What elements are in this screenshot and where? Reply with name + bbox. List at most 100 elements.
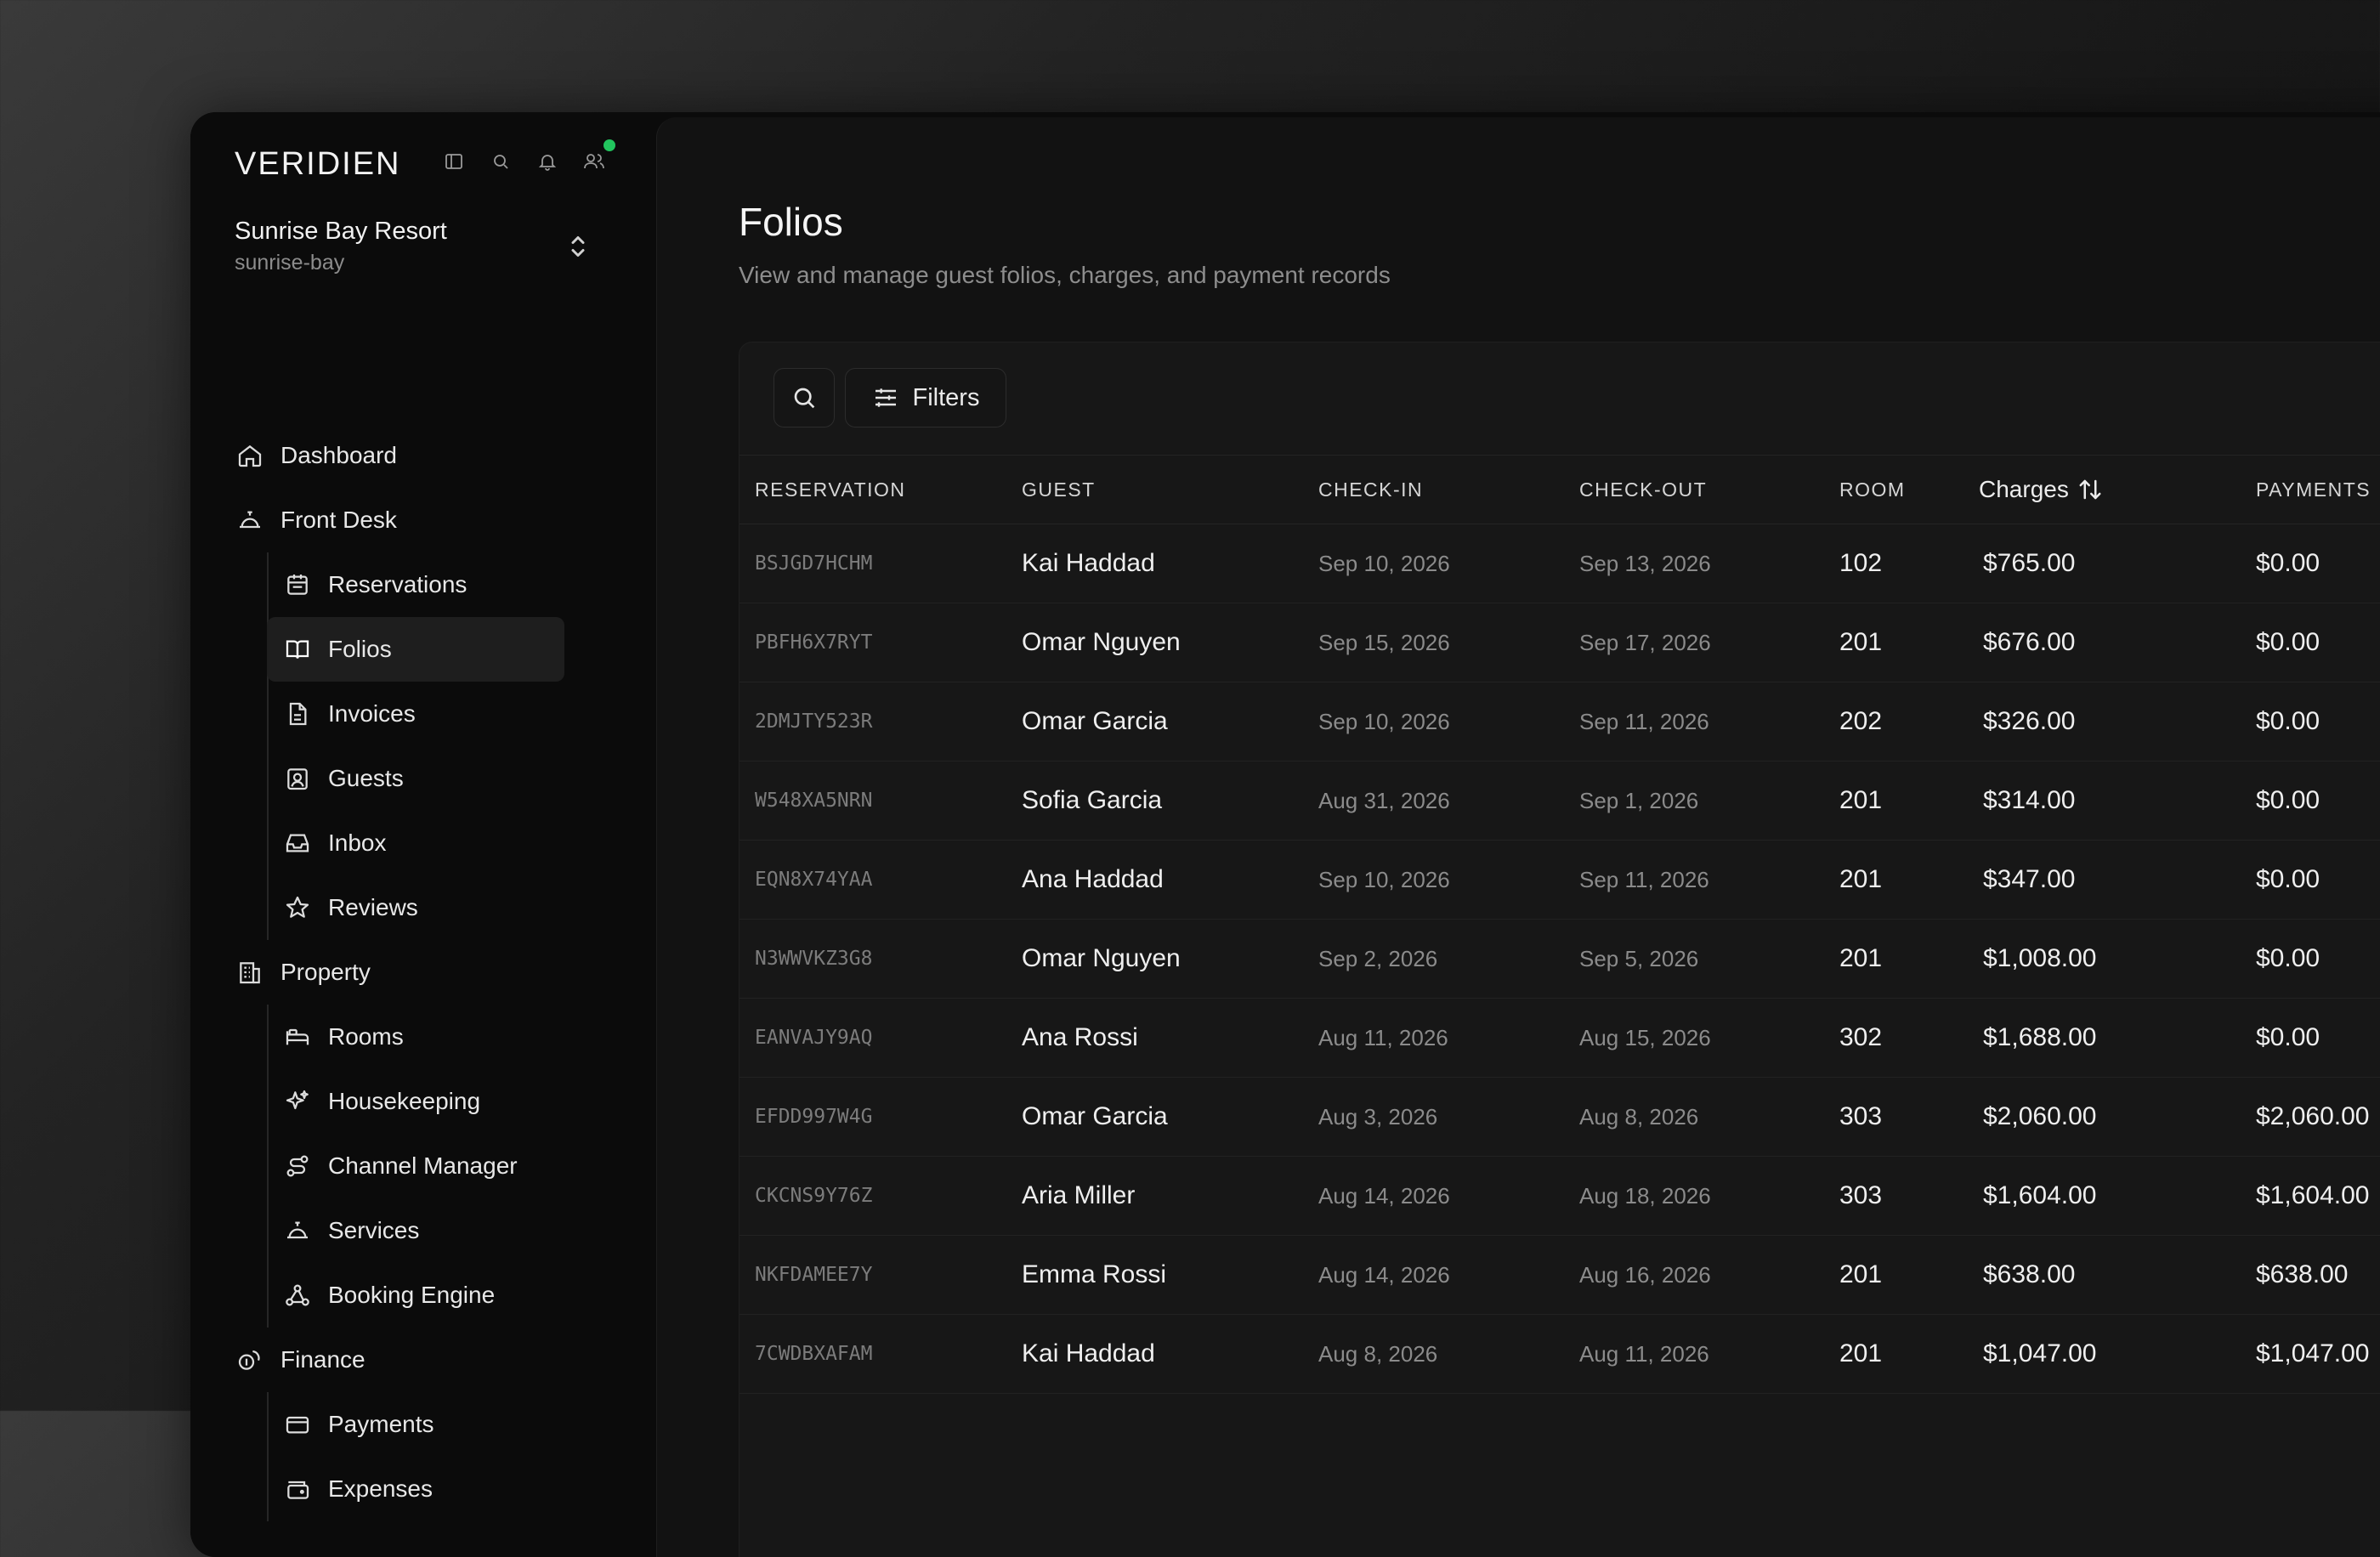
- payments-amount: $1,604.00: [2256, 1181, 2370, 1209]
- bell-icon[interactable]: [532, 146, 562, 176]
- check-in-date: Sep 15, 2026: [1318, 629, 1450, 655]
- sidebar-item-label: Invoices: [328, 700, 416, 727]
- sort-icon[interactable]: [2077, 477, 2103, 502]
- payments-amount: $0.00: [2256, 865, 2320, 893]
- check-out-date: Sep 11, 2026: [1579, 708, 1709, 734]
- sidebar-item-services[interactable]: Services: [282, 1198, 580, 1263]
- sidebar-item-housekeeping[interactable]: Housekeeping: [282, 1069, 580, 1134]
- reservation-id: N3WWVKZ3G8: [755, 948, 873, 970]
- sidebar-item-label: Housekeeping: [328, 1088, 481, 1114]
- sidebar-item-invoices[interactable]: Invoices: [282, 682, 580, 746]
- home-icon: [235, 440, 265, 471]
- charges-amount: $1,008.00: [1983, 944, 2097, 972]
- table-row[interactable]: EQN8X74YAA Ana Haddad Sep 10, 2026 Sep 11, …: [740, 841, 2380, 920]
- sidebar-item-finance[interactable]: Finance: [235, 1328, 634, 1392]
- reservation-id: EQN8X74YAA: [755, 869, 873, 891]
- sidebar-item-guests[interactable]: Guests: [282, 746, 580, 811]
- sparkles-icon: [282, 1086, 313, 1117]
- sidebar-item-property[interactable]: Property: [235, 940, 634, 1005]
- sidebar-item-label: Services: [328, 1217, 420, 1243]
- star-icon: [282, 892, 313, 923]
- guest-name: Omar Nguyen: [1022, 944, 1181, 972]
- column-header-charges[interactable]: Charges: [1979, 456, 2103, 524]
- column-header-reservation[interactable]: RESERVATION: [755, 456, 906, 524]
- page-title: Folios: [739, 200, 843, 244]
- check-out-date: Sep 17, 2026: [1579, 629, 1711, 655]
- check-in-date: Sep 10, 2026: [1318, 708, 1450, 734]
- sidebar-item-booking-engine[interactable]: Booking Engine: [282, 1263, 580, 1328]
- sidebar-item-label: Front Desk: [280, 507, 397, 533]
- guest-name: Kai Haddad: [1022, 1339, 1155, 1367]
- sidebar-item-inbox[interactable]: Inbox: [282, 811, 580, 875]
- sidebar-item-channel-manager[interactable]: Channel Manager: [282, 1134, 580, 1198]
- sidebar-nav: Dashboard Front Desk Reservations Folios…: [235, 423, 634, 1521]
- search-button[interactable]: [774, 368, 835, 427]
- sidebar-item-label: Guests: [328, 765, 404, 791]
- sidebar: VERIDIEN Sunrise Bay Resort sunrise-bay: [190, 112, 654, 1557]
- table-toolbar: Filters: [774, 368, 1006, 427]
- sidebar-item-reviews[interactable]: Reviews: [282, 875, 580, 940]
- column-header-charges-label: Charges: [1979, 476, 2069, 502]
- table-row[interactable]: BSJGD7HCHM Kai Haddad Sep 10, 2026 Sep 13, …: [740, 524, 2380, 603]
- room-number: 201: [1839, 786, 1883, 814]
- room-number: 201: [1839, 1339, 1883, 1367]
- charges-amount: $765.00: [1983, 549, 2076, 577]
- credit-card-icon: [282, 1409, 313, 1440]
- column-header-check-in[interactable]: CHECK-IN: [1318, 456, 1423, 524]
- sidebar-item-rooms[interactable]: Rooms: [282, 1005, 580, 1069]
- sidebar-item-expenses[interactable]: Expenses: [282, 1457, 580, 1521]
- sidebar-item-label: Property: [280, 959, 371, 985]
- check-in-date: Sep 10, 2026: [1318, 866, 1450, 892]
- column-header-room[interactable]: ROOM: [1839, 456, 1906, 524]
- app-window: VERIDIEN Sunrise Bay Resort sunrise-bay: [190, 112, 2380, 1557]
- sidebar-item-payments[interactable]: Payments: [282, 1392, 580, 1457]
- room-number: 201: [1839, 865, 1883, 893]
- charges-amount: $1,688.00: [1983, 1023, 2097, 1051]
- charges-amount: $1,604.00: [1983, 1181, 2097, 1209]
- payments-amount: $0.00: [2256, 944, 2320, 972]
- filters-button[interactable]: Filters: [845, 368, 1006, 427]
- sidebar-item-dashboard[interactable]: Dashboard: [235, 423, 634, 488]
- room-number: 303: [1839, 1181, 1883, 1209]
- table-row[interactable]: N3WWVKZ3G8 Omar Nguyen Sep 2, 2026 Sep 5, 2…: [740, 920, 2380, 999]
- top-icons: [439, 139, 615, 176]
- check-out-date: Sep 1, 2026: [1579, 787, 1699, 813]
- search-icon[interactable]: [485, 146, 515, 176]
- sidebar-item-label: Channel Manager: [328, 1152, 518, 1179]
- sidebar-toggle-icon[interactable]: [439, 146, 468, 176]
- sidebar-item-reservations[interactable]: Reservations: [282, 552, 580, 617]
- contact-icon: [282, 763, 313, 794]
- table-row[interactable]: EANVAJY9AQ Ana Rossi Aug 11, 2026 Aug 15, 2…: [740, 999, 2380, 1078]
- guest-name: Omar Garcia: [1022, 1102, 1168, 1130]
- column-header-check-out[interactable]: CHECK-OUT: [1579, 456, 1707, 524]
- table-row[interactable]: 7CWDBXAFAM Kai Haddad Aug 8, 2026 Aug 11, 2…: [740, 1315, 2380, 1394]
- sidebar-item-label: Finance: [280, 1346, 366, 1373]
- table-row[interactable]: PBFH6X7RYT Omar Nguyen Sep 15, 2026 Sep 17,…: [740, 603, 2380, 682]
- table-row[interactable]: 2DMJTY523R Omar Garcia Sep 10, 2026 Sep 11,…: [740, 682, 2380, 762]
- charges-amount: $326.00: [1983, 707, 2076, 735]
- chevrons-up-down-icon[interactable]: [563, 231, 593, 262]
- column-header-payments[interactable]: PAYMENTS: [2256, 456, 2371, 524]
- sidebar-item-folios[interactable]: Folios: [267, 617, 564, 682]
- sidebar-item-front-desk[interactable]: Front Desk: [235, 488, 634, 552]
- guest-name: Aria Miller: [1022, 1181, 1136, 1209]
- guest-name: Emma Rossi: [1022, 1260, 1167, 1288]
- inbox-icon: [282, 828, 313, 858]
- page-subtitle: View and manage guest folios, charges, a…: [739, 262, 1391, 288]
- column-header-guest[interactable]: GUEST: [1022, 456, 1096, 524]
- room-number: 302: [1839, 1023, 1883, 1051]
- table-row[interactable]: CKCNS9Y76Z Aria Miller Aug 14, 2026 Aug 18,…: [740, 1157, 2380, 1236]
- payments-amount: $0.00: [2256, 786, 2320, 814]
- main-content: Folios View and manage guest folios, cha…: [656, 117, 2380, 1557]
- users-icon[interactable]: [579, 139, 615, 176]
- room-number: 202: [1839, 707, 1883, 735]
- logo[interactable]: VERIDIEN: [235, 146, 400, 183]
- table-row[interactable]: EFDD997W4G Omar Garcia Aug 3, 2026 Aug 8, 2…: [740, 1078, 2380, 1157]
- room-number: 201: [1839, 628, 1883, 656]
- building-icon: [235, 957, 265, 988]
- table-row[interactable]: NKFDAMEE7Y Emma Rossi Aug 14, 2026 Aug 16, …: [740, 1236, 2380, 1315]
- room-number: 303: [1839, 1102, 1883, 1130]
- table-row[interactable]: W548XA5NRN Sofia Garcia Aug 31, 2026 Sep 1,…: [740, 762, 2380, 841]
- check-out-date: Aug 18, 2026: [1579, 1182, 1711, 1209]
- check-out-date: Sep 11, 2026: [1579, 866, 1709, 892]
